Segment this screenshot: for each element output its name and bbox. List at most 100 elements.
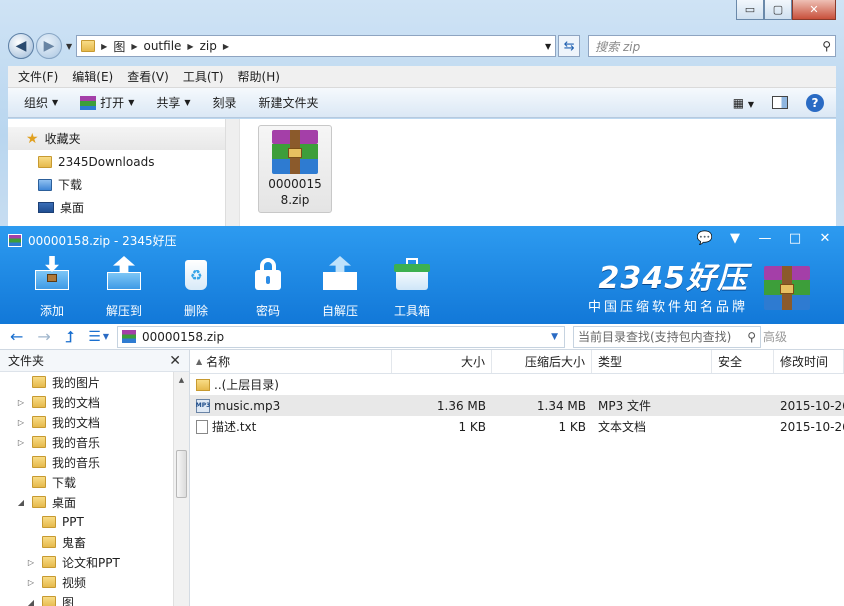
archive-path-field[interactable]: 00000158.zip ▼ [116, 325, 565, 348]
tree-expander-icon[interactable]: ◢ [16, 498, 26, 507]
maximize-button[interactable]: ▢ [764, 0, 792, 20]
menu-file[interactable]: 文件(F) [18, 68, 58, 85]
column-size[interactable]: 大小 [392, 350, 492, 373]
open-button[interactable]: 打开 ▼ [80, 94, 134, 111]
new-folder-button[interactable]: 新建文件夹 [259, 94, 319, 111]
preview-pane-button[interactable] [772, 96, 788, 109]
tree-item[interactable]: ◢ 桌面 [0, 492, 189, 512]
search-input[interactable]: 搜索 zip ⚲ [588, 35, 836, 57]
tree-item[interactable]: ▷ 我的音乐 [0, 432, 189, 452]
maximize-icon[interactable]: □ [784, 228, 806, 248]
breadcrumb-separator-icon[interactable]: ▶ [223, 42, 229, 51]
breadcrumb-item[interactable]: 图 [113, 38, 125, 55]
view-dropdown-icon[interactable]: ▼ [103, 332, 109, 341]
forward-arrow-icon[interactable]: → [37, 327, 50, 346]
tree-expander-icon[interactable]: ▷ [26, 578, 36, 587]
organize-label: 组织 [24, 96, 49, 110]
file-tile-zip[interactable]: 00000158.zip [258, 125, 332, 213]
minimize-button[interactable]: ▭ [736, 0, 764, 20]
column-name[interactable]: ▲ 名称 [190, 350, 392, 373]
folder-icon [42, 556, 56, 568]
advanced-search-button[interactable]: 高级 [763, 328, 787, 345]
close-button[interactable]: ✕ [792, 0, 836, 20]
file-row[interactable]: MP3 music.mp3 1.36 MB 1.34 MB MP3 文件 2015-10-… [190, 395, 844, 416]
breadcrumb-item[interactable]: zip [200, 39, 217, 53]
column-security[interactable]: 安全 [712, 350, 774, 373]
search-placeholder: 搜索 zip [595, 39, 641, 54]
file-row[interactable]: ..(上层目录) [190, 374, 844, 395]
menu-help[interactable]: 帮助(H) [238, 68, 280, 85]
tree-item[interactable]: 我的音乐 [0, 452, 189, 472]
refresh-button[interactable]: ⇆ [558, 35, 581, 57]
menu-dropdown-icon[interactable]: ▼ [724, 228, 746, 248]
tree-item[interactable]: 下载 [0, 472, 189, 492]
address-bar[interactable]: ▶ 图 ▶ outfile ▶ zip ▶ ▼ [76, 35, 557, 57]
tree-item[interactable]: 鬼畜 [0, 532, 189, 552]
nav-scrollbar[interactable] [225, 119, 239, 226]
tool-label: 工具箱 [393, 304, 430, 318]
address-dropdown[interactable]: ▼ [545, 42, 551, 51]
share-button[interactable]: 共享 ▼ [156, 94, 190, 111]
list-view-icon[interactable]: ☰ [88, 329, 101, 345]
breadcrumb-separator-icon[interactable]: ▶ [187, 42, 193, 51]
tree-expander-icon[interactable]: ▷ [26, 558, 36, 567]
tree-item[interactable]: ▷ 视频 [0, 572, 189, 592]
feedback-icon[interactable]: 💬 [694, 228, 716, 248]
cell-text: 2015-10-26 [780, 419, 844, 434]
tree-item[interactable]: PPT [0, 512, 189, 532]
tree-item[interactable]: ◢ 图 [0, 592, 189, 606]
view-options-button[interactable]: ▦ ▼ [733, 96, 754, 110]
password-button[interactable]: 密码 [232, 256, 304, 319]
self-extract-button[interactable]: 自解压 [304, 256, 376, 319]
tree-expander-icon[interactable]: ◢ [26, 598, 36, 606]
column-compressed-size[interactable]: 压缩后大小 [492, 350, 592, 373]
path-dropdown-icon[interactable]: ▼ [551, 332, 558, 342]
recent-pages-dropdown[interactable]: ▼ [66, 42, 72, 51]
cell-text: ..(上层目录) [214, 378, 279, 392]
nav-item-2345downloads[interactable]: 2345Downloads [8, 150, 239, 173]
tree-expander-icon[interactable]: ▷ [16, 418, 26, 427]
folder-tree-pane: 文件夹 ✕ 我的图片 ▷ 我的文档 ▷ 我的文档 ▷ 我的音乐 我的音乐 下载 ◢ 桌面 PPT 鬼畜 ▷… [0, 350, 190, 606]
scroll-thumb[interactable] [176, 450, 187, 498]
tree-scrollbar[interactable]: ▲ [173, 372, 189, 606]
nav-item-favorites[interactable]: ★ 收藏夹 [8, 127, 225, 150]
burn-button[interactable]: 刻录 [213, 94, 237, 111]
delete-button[interactable]: ♻ 删除 [160, 256, 232, 319]
breadcrumb-item[interactable]: outfile [143, 39, 181, 53]
column-type[interactable]: 类型 [592, 350, 712, 373]
tree-expander-icon[interactable]: ▷ [16, 438, 26, 447]
organize-button[interactable]: 组织 ▼ [24, 94, 58, 111]
tree-item[interactable]: 我的图片 [0, 372, 189, 392]
tree-item[interactable]: ▷ 论文和PPT [0, 552, 189, 572]
toolbox-button[interactable]: 工具箱 [376, 256, 448, 319]
minimize-icon[interactable]: — [754, 228, 776, 248]
breadcrumb-separator-icon[interactable]: ▶ [101, 42, 107, 51]
help-icon: ? [811, 95, 819, 110]
cell-text: 描述.txt [212, 420, 257, 434]
column-modified[interactable]: 修改时间 [774, 350, 844, 373]
tree-expander-icon[interactable]: ▷ [16, 398, 26, 407]
help-button[interactable]: ? [806, 93, 824, 112]
file-row[interactable]: 描述.txt 1 KB 1 KB 文本文档 2015-10-26 [190, 416, 844, 437]
menu-edit[interactable]: 编辑(E) [72, 68, 113, 85]
tree-item[interactable]: ▷ 我的文档 [0, 412, 189, 432]
extract-button[interactable]: 解压到 [88, 256, 160, 319]
forward-button[interactable]: ▶ [36, 33, 62, 59]
archive-search-input[interactable]: 当前目录查找(支持包内查找) ⚲ [572, 325, 761, 348]
nav-item-desktop[interactable]: 桌面 [8, 196, 239, 219]
menu-tools[interactable]: 工具(T) [183, 68, 224, 85]
add-button[interactable]: 添加 [16, 256, 88, 319]
breadcrumb-separator-icon[interactable]: ▶ [131, 42, 137, 51]
scroll-up-icon[interactable]: ▲ [176, 376, 187, 384]
menu-view[interactable]: 查看(V) [127, 68, 169, 85]
close-pane-icon[interactable]: ✕ [169, 353, 181, 369]
download-folder-icon [38, 178, 52, 191]
up-folder-icon[interactable]: ⮥ [65, 327, 74, 347]
nav-item-label: 2345Downloads [58, 154, 155, 169]
nav-item-downloads[interactable]: 下载 [8, 173, 239, 196]
back-arrow-icon[interactable]: ← [10, 327, 23, 346]
folder-icon [38, 155, 52, 168]
close-icon[interactable]: ✕ [814, 228, 836, 248]
tree-item[interactable]: ▷ 我的文档 [0, 392, 189, 412]
back-button[interactable]: ◀ [8, 33, 34, 59]
